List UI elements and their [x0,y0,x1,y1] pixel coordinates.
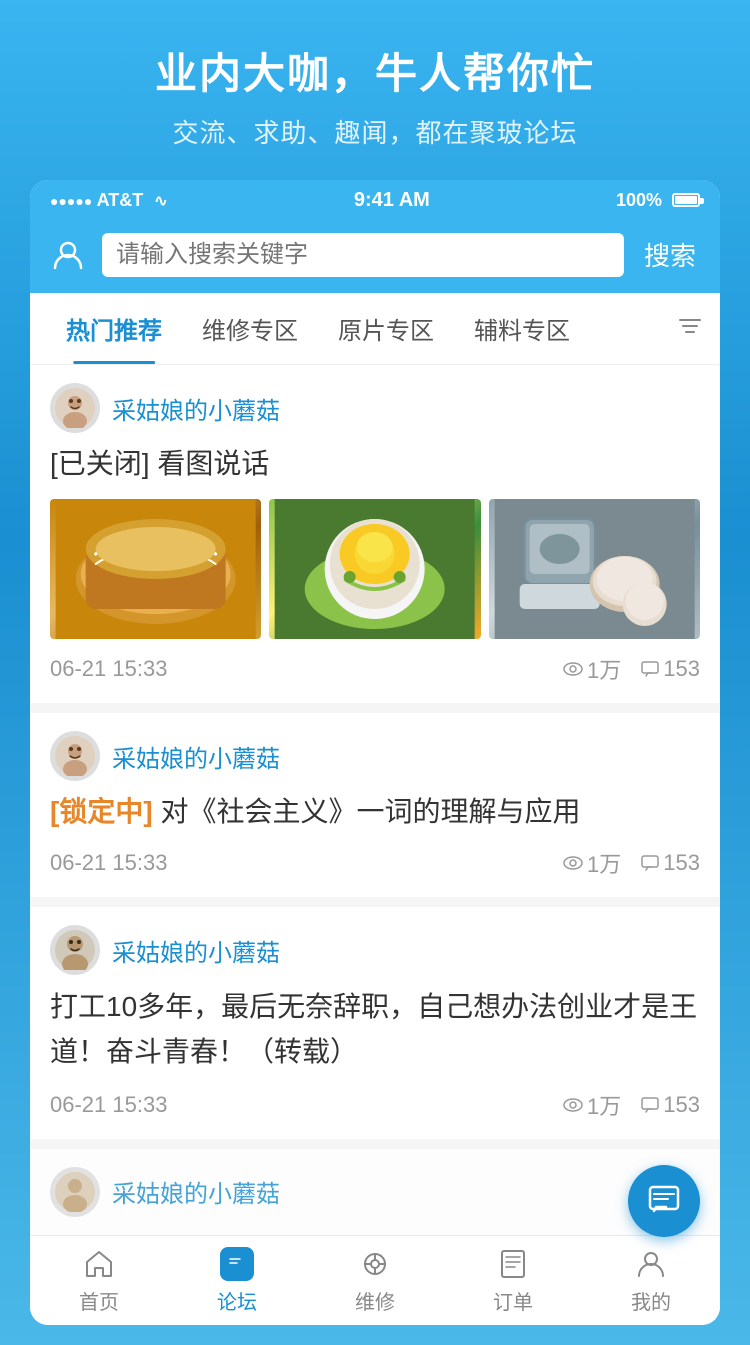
post-date-1: 06-21 15:33 [50,656,167,682]
bottom-nav: 首页 论坛 [30,1235,720,1325]
username-3[interactable]: 采姑娘的小蘑菇 [112,933,280,968]
filter-icon[interactable] [676,312,704,346]
partial-post-header: 采姑娘的小蘑菇 [50,1167,700,1217]
post-views-3: 1万 [563,1089,621,1121]
post-title-text-2: 对《社会主义》一词的理解与应用 [160,796,580,827]
phone-container: ●●●●● AT&T ∿ 9:41 AM 100% 搜索 [30,180,720,1345]
post-comments-1: 153 [641,656,700,682]
username-1[interactable]: 采姑娘的小蘑菇 [112,391,280,426]
post-meta-2: 06-21 15:33 1万 [50,847,700,879]
post-stats-1: 1万 153 [563,653,700,685]
fab-button[interactable] [628,1165,700,1237]
avatar-2 [50,731,100,781]
post-comments-3: 153 [641,1092,700,1118]
post-card-3[interactable]: 采姑娘的小蘑菇 打工10多年，最后无奈辞职，自己想办法创业才是王道！奋斗青春！（… [30,907,720,1139]
post-date-2: 06-21 15:33 [50,850,167,876]
post-stats-2: 1万 153 [563,847,700,879]
phone-frame: ●●●●● AT&T ∿ 9:41 AM 100% 搜索 [30,180,720,1325]
nav-forum[interactable]: 论坛 [168,1238,306,1323]
carrier: ●●●●● AT&T ∿ [50,190,168,211]
tab-repair[interactable]: 维修专区 [182,293,318,364]
avatar-partial [50,1167,100,1217]
home-icon [81,1246,117,1282]
username-partial[interactable]: 采姑娘的小蘑菇 [112,1174,280,1209]
hero-subtitle: 交流、求助、趣闻，都在聚玻论坛 [20,113,730,150]
nav-order[interactable]: 订单 [444,1238,582,1323]
profile-icon [633,1246,669,1282]
post-header-2: 采姑娘的小蘑菇 [50,731,700,781]
search-bar: 搜索 [30,220,720,293]
status-right: 100% [616,190,700,211]
post-views-1: 1万 [563,653,621,685]
tab-original[interactable]: 原片专区 [318,293,454,364]
search-input-wrap[interactable] [102,233,624,277]
post-card-1[interactable]: 采姑娘的小蘑菇 [已关闭] 看图说话 [30,365,720,703]
post-title-1: [已关闭] 看图说话 [50,443,700,485]
nav-order-label: 订单 [493,1286,533,1315]
user-avatar-button[interactable] [46,233,90,277]
post-feed: 采姑娘的小蘑菇 [已关闭] 看图说话 [30,365,720,1235]
nav-home-label: 首页 [79,1286,119,1315]
hero-title: 业内大咖，牛人帮你忙 [20,40,730,101]
post-meta-3: 06-21 15:33 1万 [50,1089,700,1121]
search-button[interactable]: 搜索 [636,230,704,279]
post-title-2: [锁定中] 对《社会主义》一词的理解与应用 [50,791,700,833]
post-text-3: 打工10多年，最后无奈辞职，自己想办法创业才是王道！奋斗青春！（转载） [50,985,700,1075]
wrench-icon [357,1246,393,1282]
post-title-text-1: 看图说话 [157,448,269,479]
avatar-1 [50,383,100,433]
nav-repair-label: 维修 [355,1286,395,1315]
status-time: 9:41 AM [354,189,430,212]
post-card-2[interactable]: 采姑娘的小蘑菇 [锁定中] 对《社会主义》一词的理解与应用 06-21 15:3… [30,713,720,897]
post-image-1b [269,499,480,639]
hero-section: 业内大咖，牛人帮你忙 交流、求助、趣闻，都在聚玻论坛 [0,0,750,180]
avatar-3 [50,925,100,975]
post-image-1a [50,499,261,639]
battery-icon [672,193,700,207]
nav-profile[interactable]: 我的 [582,1238,720,1323]
post-header-3: 采姑娘的小蘑菇 [50,925,700,975]
post-views-2: 1万 [563,847,621,879]
order-icon [495,1246,531,1282]
post-meta-1: 06-21 15:33 1万 [50,653,700,685]
post-tag-2: [锁定中] [50,796,153,827]
nav-repair[interactable]: 维修 [306,1238,444,1323]
username-2[interactable]: 采姑娘的小蘑菇 [112,739,280,774]
nav-home[interactable]: 首页 [30,1238,168,1323]
battery-percent: 100% [616,190,662,211]
nav-forum-label: 论坛 [217,1286,257,1315]
post-images-1 [50,499,700,639]
post-image-1c [489,499,700,639]
category-tabs: 热门推荐 维修专区 原片专区 辅料专区 [30,293,720,365]
tab-material[interactable]: 辅料专区 [454,293,590,364]
post-header-1: 采姑娘的小蘑菇 [50,383,700,433]
search-input[interactable] [116,241,610,269]
tab-hot[interactable]: 热门推荐 [46,293,182,364]
nav-profile-label: 我的 [631,1286,671,1315]
forum-icon [219,1246,255,1282]
post-comments-2: 153 [641,850,700,876]
post-card-partial: 采姑娘的小蘑菇 [30,1149,720,1235]
status-bar: ●●●●● AT&T ∿ 9:41 AM 100% [30,180,720,220]
post-stats-3: 1万 153 [563,1089,700,1121]
post-date-3: 06-21 15:33 [50,1092,167,1118]
post-tag-1: [已关闭] [50,448,150,479]
